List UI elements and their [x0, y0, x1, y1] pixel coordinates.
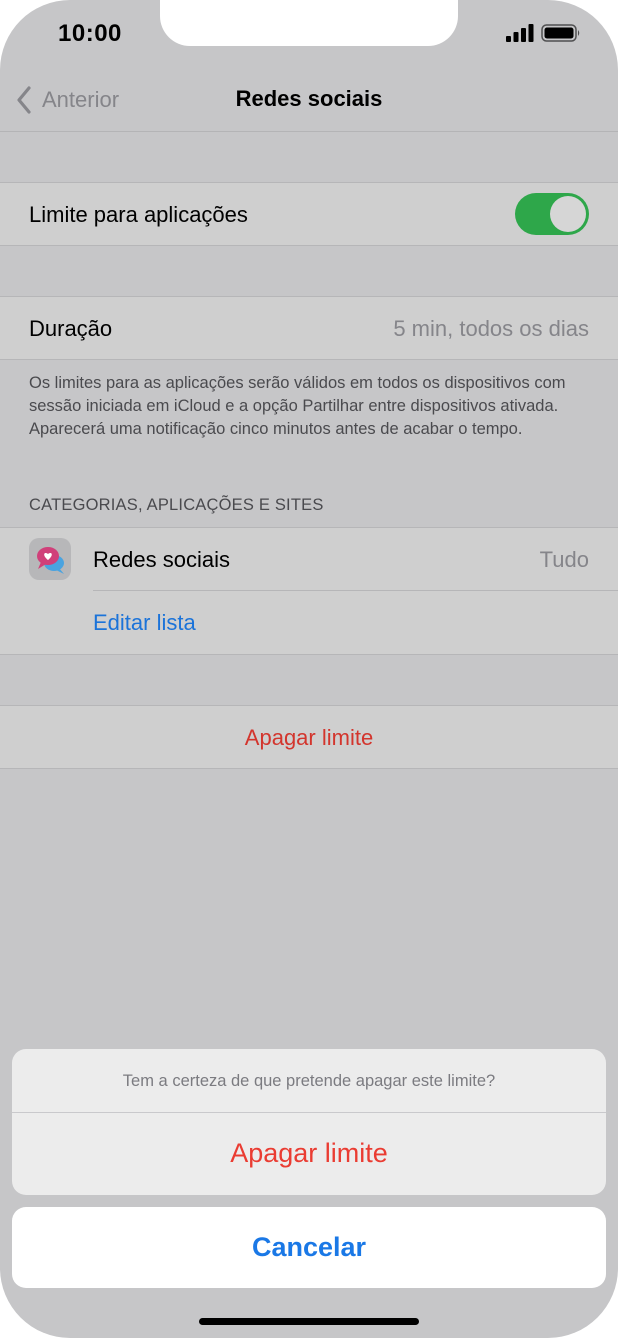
device-notch [160, 0, 458, 46]
edit-list-button[interactable]: Editar lista [93, 610, 196, 636]
category-item-value: Tudo [539, 547, 589, 572]
navigation-bar: Anterior Redes sociais [0, 70, 618, 132]
duration-value: 5 min, todos os dias [393, 316, 589, 341]
status-time: 10:00 [58, 20, 122, 47]
toggle-knob [550, 196, 586, 232]
section-header-categories: CATEGORIAS, APLICAÇÕES E SITES [29, 496, 324, 514]
home-indicator[interactable] [199, 1318, 419, 1325]
confirm-delete-limit-button[interactable]: Apagar limite [12, 1113, 606, 1195]
phone-screen: 10:00 Anterior Redes sociais Limite para… [0, 0, 618, 1338]
duration-label: Duração [29, 316, 113, 341]
row-divider [93, 590, 618, 591]
social-chat-bubbles-icon-graphic [37, 547, 64, 574]
delete-limit-label[interactable]: Apagar limite [0, 725, 618, 751]
status-bar: 10:00 [0, 0, 618, 70]
app-limit-toggle[interactable] [515, 193, 589, 235]
app-limit-row: Limite para aplicações [0, 182, 618, 246]
duration-row[interactable]: Duração 5 min, todos os dias [0, 296, 618, 360]
categories-group: Redes sociais Tudo Editar lista [0, 527, 618, 655]
battery-icon [541, 24, 580, 42]
app-limit-label: Limite para aplicações [29, 202, 248, 227]
action-sheet: Tem a certeza de que pretende apagar est… [12, 1049, 606, 1195]
cellular-signal-icon [506, 24, 534, 42]
cancel-button[interactable]: Cancelar [12, 1207, 606, 1288]
action-sheet-message: Tem a certeza de que pretende apagar est… [122, 1072, 496, 1090]
category-item-label[interactable]: Redes sociais [93, 547, 230, 573]
social-chat-bubbles-icon [29, 538, 71, 580]
delete-limit-row[interactable]: Apagar limite [0, 705, 618, 769]
limit-footnote: Os limites para as aplicações serão váli… [29, 374, 566, 438]
page-title: Redes sociais [235, 86, 383, 111]
